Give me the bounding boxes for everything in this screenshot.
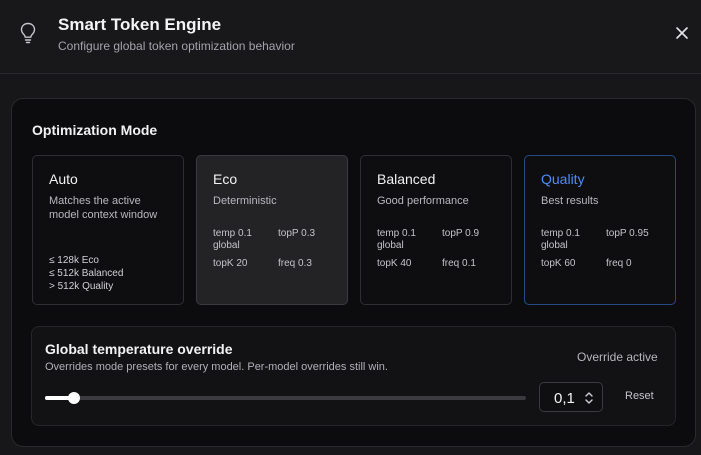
param-scope: global (377, 240, 404, 251)
optimization-panel: Optimization Mode Auto Matches the activ… (11, 98, 696, 447)
param-freq: freq 0 (606, 258, 632, 269)
param-scope: global (213, 240, 240, 251)
mode-name: Balanced (377, 171, 436, 187)
mode-name: Auto (49, 171, 78, 187)
threshold-balanced: ≤ 512k Balanced (49, 268, 124, 279)
param-temp: temp 0.1 (213, 228, 252, 239)
mode-card-auto[interactable]: Auto Matches the active model context wi… (32, 155, 184, 305)
dialog-subtitle: Configure global token optimization beha… (58, 39, 295, 53)
param-freq: freq 0.1 (442, 258, 476, 269)
override-description: Overrides mode presets for every model. … (45, 361, 388, 373)
param-topp: topP 0.95 (606, 228, 649, 239)
chevron-up-down-icon[interactable] (584, 390, 594, 406)
stepper-value[interactable]: 0,1 (554, 390, 575, 407)
param-topp: topP 0.3 (278, 228, 316, 239)
temperature-slider[interactable] (45, 392, 526, 404)
threshold-eco: ≤ 128k Eco (49, 255, 99, 266)
mode-description: Matches the active model context window (49, 195, 158, 221)
reset-button[interactable]: Reset (625, 390, 654, 402)
slider-thumb[interactable] (67, 392, 80, 404)
param-topk: topK 60 (541, 258, 576, 269)
mode-name: Eco (213, 171, 238, 187)
threshold-quality: > 512k Quality (49, 281, 114, 292)
temperature-override-section: Global temperature override Overrides mo… (31, 326, 676, 426)
close-icon[interactable] (672, 23, 692, 43)
mode-description: Best results (541, 195, 599, 207)
param-freq: freq 0.3 (278, 258, 312, 269)
override-title: Global temperature override (45, 341, 233, 357)
mode-card-eco[interactable]: Eco Deterministic temp 0.1 global topP 0… (196, 155, 348, 305)
override-status: Override active (577, 350, 658, 364)
mode-card-balanced[interactable]: Balanced Good performance temp 0.1 globa… (360, 155, 512, 305)
param-temp: temp 0.1 (377, 228, 416, 239)
param-topk: topK 40 (377, 258, 412, 269)
section-title: Optimization Mode (32, 122, 158, 138)
param-topk: topK 20 (213, 258, 248, 269)
param-scope: global (541, 240, 568, 251)
dialog-header: Smart Token Engine Configure global toke… (0, 0, 701, 74)
lightbulb-icon (20, 22, 36, 44)
mode-name: Quality (541, 171, 585, 187)
mode-description: Good performance (377, 195, 469, 207)
dialog-title: Smart Token Engine (58, 15, 222, 34)
param-temp: temp 0.1 (541, 228, 580, 239)
mode-card-quality[interactable]: Quality Best results temp 0.1 global top… (524, 155, 676, 305)
mode-description: Deterministic (213, 195, 277, 207)
temperature-stepper[interactable]: 0,1 (539, 382, 603, 412)
param-topp: topP 0.9 (442, 228, 480, 239)
